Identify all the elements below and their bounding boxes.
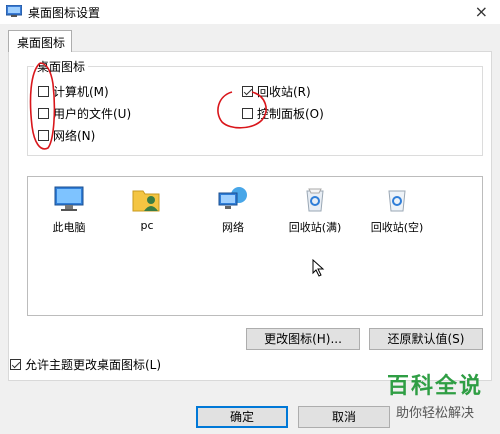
icon-item-recycle-empty[interactable]: 回收站(空)	[362, 185, 432, 235]
checkbox-control-panel[interactable]: 控制面板(O)	[242, 105, 324, 122]
checkbox-box[interactable]	[38, 86, 49, 97]
watermark-title: 百科全说	[386, 374, 483, 399]
user-folder-icon	[132, 190, 160, 212]
checkbox-user-files[interactable]: 用户的文件(U)	[38, 105, 131, 122]
restore-default-button[interactable]: 还原默认值(S)	[369, 328, 483, 350]
change-icon-button[interactable]: 更改图标(H)...	[246, 328, 360, 350]
tab-panel: 桌面图标 计算机(M) 回收站(R) 用户的文件(U) 控制面板(O) 网络(N…	[8, 51, 492, 381]
checkbox-label: 网络(N)	[53, 129, 96, 143]
icon-item-recycle-full[interactable]: 回收站(满)	[280, 185, 350, 235]
checkbox-allow-themes[interactable]: 允许主题更改桌面图标(L)	[10, 356, 161, 373]
checkbox-label: 计算机(M)	[53, 85, 109, 99]
checkbox-box[interactable]	[10, 359, 21, 370]
group-label: 桌面图标	[34, 58, 89, 75]
checkbox-label: 控制面板(O)	[257, 107, 324, 121]
icon-item-network[interactable]: 网络	[198, 185, 268, 235]
checkbox-label: 回收站(R)	[257, 85, 311, 99]
icon-label: pc	[140, 219, 154, 232]
checkbox-label: 用户的文件(U)	[53, 107, 132, 121]
icon-label: 回收站(满)	[288, 221, 342, 234]
checkbox-network[interactable]: 网络(N)	[38, 127, 95, 144]
checkbox-recycle-bin[interactable]: 回收站(R)	[242, 83, 311, 100]
close-icon[interactable]: ×	[475, 2, 488, 21]
checkbox-label: 允许主题更改桌面图标(L)	[25, 358, 162, 372]
ok-button[interactable]: 确定	[196, 406, 288, 428]
recycle-bin-full-icon	[306, 188, 324, 212]
icon-label: 此电脑	[52, 221, 86, 234]
checkbox-box[interactable]	[242, 86, 253, 97]
computer-icon	[54, 186, 84, 211]
checkbox-box[interactable]	[242, 108, 253, 119]
checkbox-box[interactable]	[38, 108, 49, 119]
tab-desktop-icons[interactable]: 桌面图标	[8, 30, 72, 52]
desktop-icons-group: 桌面图标 计算机(M) 回收站(R) 用户的文件(U) 控制面板(O) 网络(N…	[27, 58, 483, 156]
title-bar: 桌面图标设置 ×	[0, 0, 500, 24]
app-icon	[6, 5, 22, 17]
watermark-logo: 百科全说 助你轻松解决	[376, 368, 494, 424]
tab-label: 桌面图标	[17, 36, 66, 50]
icon-label: 网络	[222, 221, 244, 234]
icon-item-user-folder[interactable]: pc	[112, 185, 182, 232]
icon-item-this-pc[interactable]: 此电脑	[34, 185, 104, 235]
icon-list-view[interactable]: 此电脑 pc 网络 回收站(满) 回收站(空)	[27, 176, 483, 316]
network-icon	[218, 187, 247, 209]
mouse-cursor-icon	[312, 259, 325, 277]
watermark-subtitle: 助你轻松解决	[395, 406, 474, 421]
recycle-bin-empty-icon	[388, 190, 406, 212]
icon-label: 回收站(空)	[370, 221, 424, 234]
window-title: 桌面图标设置	[28, 6, 101, 20]
checkbox-box[interactable]	[38, 130, 49, 141]
checkbox-computer[interactable]: 计算机(M)	[38, 83, 109, 100]
